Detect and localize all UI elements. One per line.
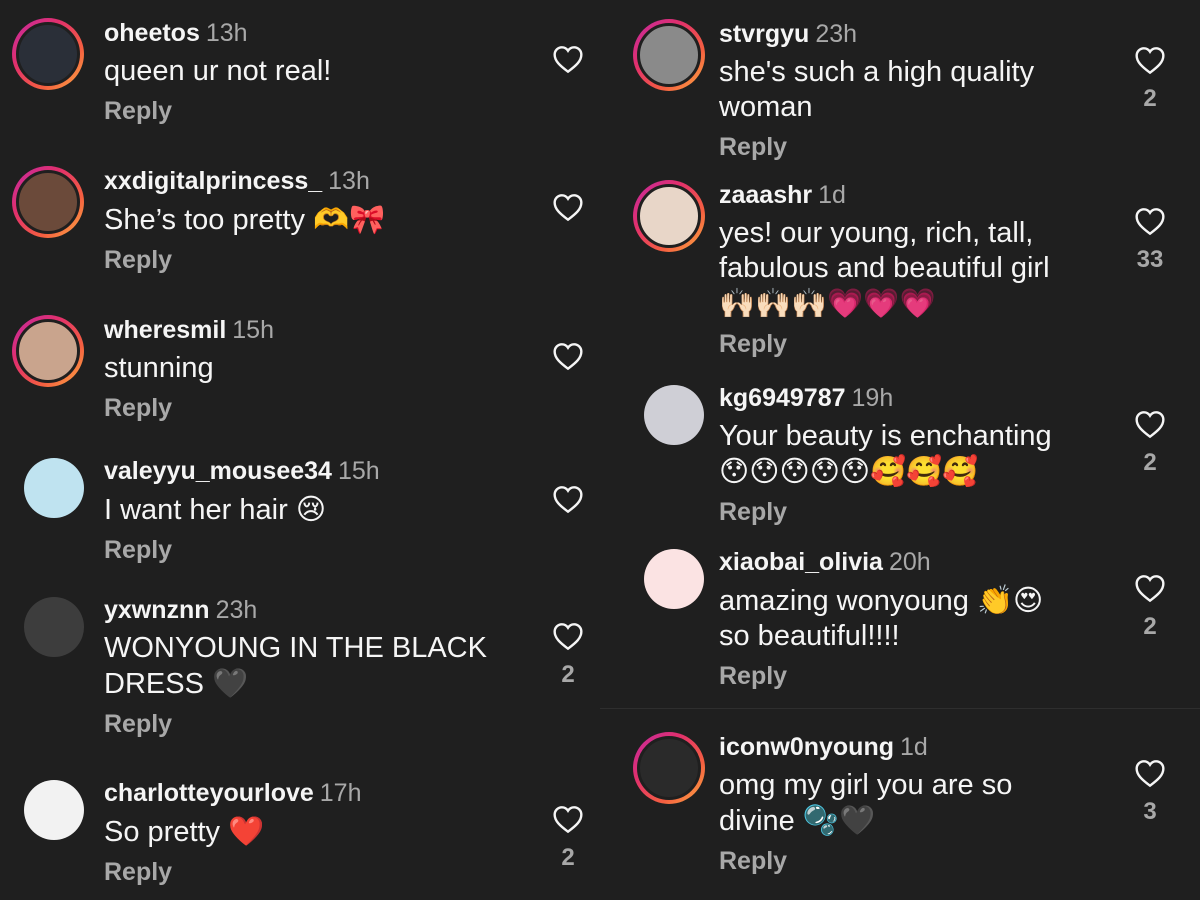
heart-outline-icon[interactable]: [552, 341, 584, 371]
avatar[interactable]: [12, 18, 84, 90]
like-area: [548, 192, 588, 222]
reply-button[interactable]: Reply: [719, 133, 1079, 162]
like-count: 2: [1143, 449, 1157, 476]
like-area: 33: [1130, 206, 1170, 274]
comment-username[interactable]: kg6949787: [719, 384, 846, 412]
comment-time: 15h: [232, 316, 274, 344]
comment-text: So pretty ❤️: [104, 814, 265, 848]
divider: [600, 708, 1200, 709]
heart-outline-icon[interactable]: [1134, 758, 1166, 788]
heart-outline-icon[interactable]: [552, 804, 584, 834]
reply-button[interactable]: Reply: [719, 662, 1099, 691]
heart-outline-icon[interactable]: [552, 192, 584, 222]
comment-text: omg my girl you are so divine 🫧🖤: [719, 769, 1013, 837]
comments-column-left: oheetos 13h queen ur not real! Reply xxdi…: [0, 0, 600, 900]
comment-emoji: 🖤: [211, 666, 249, 700]
comment-text: amazing wonyoung 👏😍 so beautiful!!!!: [719, 583, 1044, 652]
comment-text: stunning: [104, 352, 214, 384]
heart-outline-icon[interactable]: [1134, 573, 1166, 603]
comment-username[interactable]: xxdigitalprincess_: [104, 167, 322, 195]
avatar[interactable]: [633, 732, 705, 804]
comment-text: She’s too pretty 🫶🎀: [104, 202, 386, 236]
heart-outline-icon[interactable]: [1134, 409, 1166, 439]
avatar[interactable]: [24, 458, 84, 518]
comment-time: 1d: [818, 181, 846, 209]
comment-time: 1d: [900, 733, 928, 761]
heart-outline-icon[interactable]: [552, 621, 584, 651]
avatar[interactable]: [12, 315, 84, 387]
comment-time: 17h: [319, 779, 362, 807]
reply-button[interactable]: Reply: [104, 858, 534, 887]
like-count: 3: [1143, 798, 1157, 825]
avatar[interactable]: [644, 549, 704, 609]
like-count: 2: [561, 844, 575, 871]
heart-outline-icon[interactable]: [1134, 45, 1166, 75]
comment-emoji: 😢: [295, 492, 327, 526]
comment-time: 23h: [215, 596, 258, 624]
like-count: 33: [1136, 246, 1164, 273]
comments-column-right: stvrgyu 23h she's such a high quality wom…: [600, 0, 1200, 900]
reply-button[interactable]: Reply: [104, 394, 534, 423]
comment-emoji: ❤️: [228, 814, 265, 848]
comment-time: 20h: [888, 548, 931, 576]
heart-outline-icon[interactable]: [1134, 206, 1166, 236]
comment-time: 15h: [337, 457, 380, 485]
reply-button[interactable]: Reply: [104, 710, 524, 739]
avatar[interactable]: [633, 19, 705, 91]
like-area: [548, 44, 588, 74]
like-area: 2: [548, 804, 588, 872]
comment-username[interactable]: xiaobai_olivia: [719, 548, 883, 576]
like-area: [548, 484, 588, 514]
comment-emoji: 🫶🎀: [313, 202, 386, 236]
comment-username[interactable]: yxwnznn: [104, 596, 210, 624]
comment-username[interactable]: zaaashr: [719, 181, 812, 209]
like-area: 2: [1130, 45, 1170, 113]
like-area: [548, 341, 588, 371]
like-count: 2: [561, 661, 575, 688]
reply-button[interactable]: Reply: [719, 847, 1059, 876]
comment-username[interactable]: oheetos: [104, 19, 200, 47]
avatar[interactable]: [12, 166, 84, 238]
reply-button[interactable]: Reply: [104, 536, 534, 565]
comment-time: 13h: [205, 19, 248, 47]
like-area: 2: [1130, 573, 1170, 641]
comment-emoji: 😯😯😯😯😯🥰🥰🥰: [719, 454, 979, 488]
comment-time: 13h: [328, 167, 370, 195]
reply-button[interactable]: Reply: [104, 246, 534, 275]
comment-text: yes! our young, rich, tall, fabulous and…: [719, 217, 1050, 320]
comment-emoji: 🫧🖤: [802, 803, 876, 837]
comment-time: 19h: [851, 384, 894, 412]
comment-emoji: 👏😍: [976, 583, 1044, 617]
avatar[interactable]: [24, 780, 84, 840]
heart-outline-icon[interactable]: [552, 44, 584, 74]
like-area: 2: [1130, 409, 1170, 477]
comment-text: Your beauty is enchanting 😯😯😯😯😯🥰🥰🥰: [719, 420, 1052, 488]
comment-username[interactable]: wheresmil: [104, 316, 226, 344]
reply-button[interactable]: Reply: [104, 97, 534, 126]
avatar[interactable]: [633, 180, 705, 252]
comment-time: 23h: [815, 20, 858, 48]
reply-button[interactable]: Reply: [719, 330, 1099, 359]
comment-username[interactable]: charlotteyourlove: [104, 779, 314, 807]
comment-text: queen ur not real!: [104, 55, 332, 87]
like-count: 2: [1143, 613, 1157, 640]
comment-text: she's such a high quality woman: [719, 56, 1035, 123]
avatar[interactable]: [644, 385, 704, 445]
heart-outline-icon[interactable]: [552, 484, 584, 514]
comment-username[interactable]: valeyyu_mousee34: [104, 457, 332, 485]
comment-text: I want her hair 😢: [104, 492, 327, 526]
like-area: 3: [1130, 758, 1170, 826]
comment-username[interactable]: iconw0nyoung: [719, 733, 894, 761]
like-area: 2: [548, 621, 588, 689]
comment-text: WONYOUNG IN THE BLACK DRESS 🖤: [104, 632, 487, 700]
comment-username[interactable]: stvrgyu: [719, 20, 809, 48]
reply-button[interactable]: Reply: [719, 498, 1099, 527]
like-count: 2: [1143, 85, 1157, 112]
avatar[interactable]: [24, 597, 84, 657]
comment-emoji: 🙌🏻🙌🏻🙌🏻💗💗💗: [719, 286, 936, 320]
